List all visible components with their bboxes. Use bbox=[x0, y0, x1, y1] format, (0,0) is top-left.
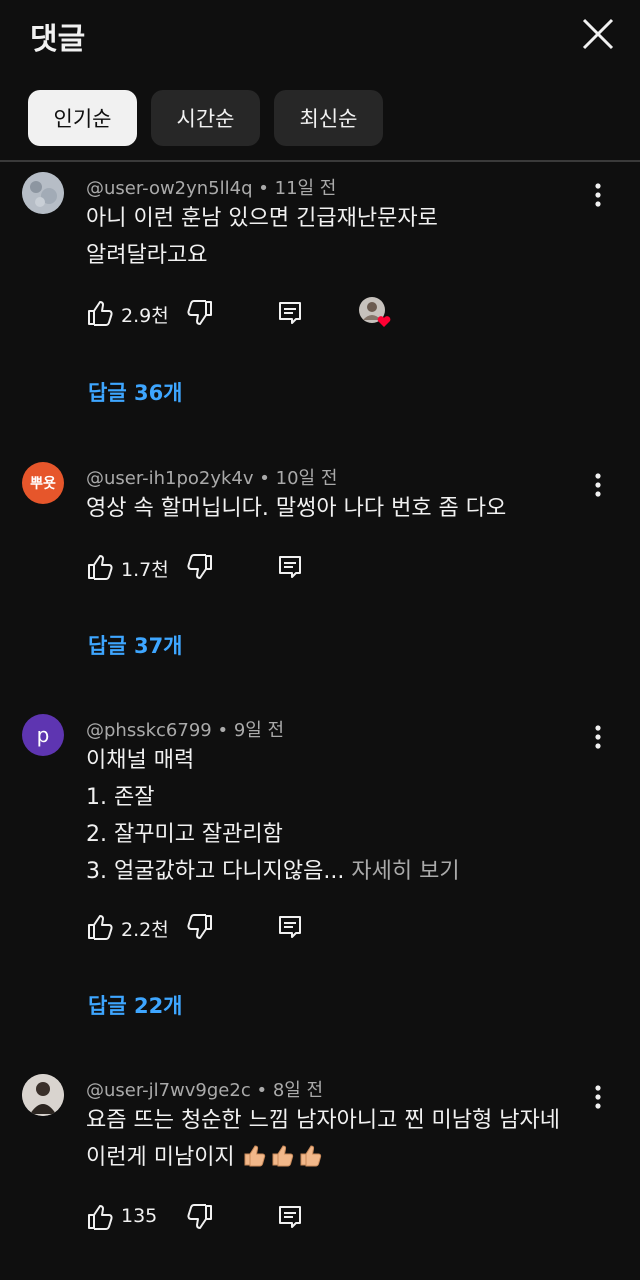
avatar[interactable]: 뿌욧 bbox=[22, 462, 64, 504]
like-count: 1.7천 bbox=[121, 559, 169, 581]
comment-line: 알려달라고요 bbox=[86, 243, 208, 268]
comment-line-last: 3. 얼굴값하고 다니지않음... 자세히 보기 bbox=[86, 853, 460, 890]
comment-text: 이채널 매력 1. 존잘 2. 잘꾸미고 잘관리함 3. 얼굴값하고 다니지않음… bbox=[86, 742, 460, 890]
comment-actions: 2.2천 bbox=[86, 912, 486, 944]
comment-text: 요즘 뜨는 청순한 느낌 남자아니고 찐 미남형 남자네 이런게 미남이지 bbox=[86, 1102, 560, 1176]
thumbs-down-icon[interactable] bbox=[186, 298, 214, 328]
replies-link[interactable]: 답글 22개 bbox=[88, 990, 183, 1020]
reply-icon[interactable] bbox=[276, 298, 304, 328]
comment-time: 8일 전 bbox=[272, 1080, 324, 1101]
author-name[interactable]: @user-jl7wv9ge2c bbox=[86, 1080, 251, 1101]
thumbs-down-icon[interactable] bbox=[186, 1202, 214, 1232]
like-count: 2.2천 bbox=[121, 919, 169, 941]
comment-actions: 135 bbox=[86, 1202, 486, 1234]
comment-line: 이채널 매력 bbox=[86, 748, 195, 773]
more-options-icon[interactable] bbox=[586, 722, 610, 752]
creator-heart-icon bbox=[359, 297, 391, 327]
comment-actions: 1.7천 bbox=[86, 552, 486, 584]
thumbs-down-icon[interactable] bbox=[186, 552, 214, 582]
like-count: 2.9천 bbox=[121, 305, 169, 327]
comment-line: 영상 속 할머닙니다. 말썽아 나다 번호 좀 다오 bbox=[86, 496, 507, 521]
close-icon[interactable] bbox=[578, 14, 618, 54]
thumbs-up-icon[interactable] bbox=[86, 298, 114, 328]
thumbs-down-icon[interactable] bbox=[186, 912, 214, 942]
replies-link[interactable]: 답글 37개 bbox=[88, 630, 183, 660]
author-name[interactable]: @phsskc6799 bbox=[86, 720, 212, 741]
comment-text: 영상 속 할머닙니다. 말썽아 나다 번호 좀 다오 bbox=[86, 490, 506, 527]
chip-newest[interactable]: 최신순 bbox=[274, 90, 383, 146]
comment-meta: @phsskc6799 • 9일 전 bbox=[86, 716, 284, 742]
comment-text: 아니 이런 훈남 있으면 긴급재난문자로 알려달라고요 bbox=[86, 200, 438, 274]
comment-line-last: 이런게 미남이지 bbox=[86, 1139, 560, 1176]
like-count: 135 bbox=[121, 1205, 158, 1227]
comment-actions: 2.9천 bbox=[86, 297, 486, 330]
meta-separator: • bbox=[259, 468, 270, 489]
replies-link[interactable]: 답글 36개 bbox=[88, 377, 183, 407]
comment-line: 아니 이런 훈남 있으면 긴급재난문자로 bbox=[86, 206, 438, 231]
thumbs-up-icon[interactable] bbox=[86, 1202, 114, 1232]
author-name[interactable]: @user-ih1po2yk4v bbox=[86, 468, 254, 489]
meta-separator: • bbox=[217, 720, 229, 741]
chip-popular[interactable]: 인기순 bbox=[28, 90, 137, 146]
avatar[interactable]: p bbox=[22, 714, 64, 756]
comment-meta: @user-ow2yn5ll4q • 11일 전 bbox=[86, 174, 336, 200]
reply-icon[interactable] bbox=[276, 1202, 304, 1232]
meta-separator: • bbox=[258, 178, 269, 199]
comment-line: 요즘 뜨는 청순한 느낌 남자아니고 찐 미남형 남자네 bbox=[86, 1108, 560, 1133]
comment-line: 이런게 미남이지 bbox=[86, 1145, 235, 1170]
more-options-icon[interactable] bbox=[586, 180, 610, 210]
avatar-text: 뿌욧 bbox=[30, 476, 56, 492]
meta-separator: • bbox=[256, 1080, 268, 1101]
avatar[interactable] bbox=[22, 1074, 64, 1116]
comment-meta: @user-ih1po2yk4v • 10일 전 bbox=[86, 464, 337, 490]
comment-line: 2. 잘꾸미고 잘관리함 bbox=[86, 822, 283, 847]
thumbs-up-icon[interactable] bbox=[86, 912, 114, 942]
header-divider bbox=[0, 160, 640, 162]
more-options-icon[interactable] bbox=[586, 1082, 610, 1112]
comments-header: 댓글 bbox=[0, 0, 640, 75]
avatar-text: p bbox=[36, 723, 50, 747]
comment-line: 3. 얼굴값하고 다니지않음... bbox=[86, 859, 345, 884]
comment-meta: @user-jl7wv9ge2c • 8일 전 bbox=[86, 1076, 323, 1102]
chip-time[interactable]: 시간순 bbox=[151, 90, 260, 146]
reply-icon[interactable] bbox=[276, 552, 304, 582]
avatar[interactable] bbox=[22, 172, 64, 214]
more-options-icon[interactable] bbox=[586, 470, 610, 500]
comment-time: 9일 전 bbox=[233, 720, 285, 741]
thumbs-up-emoji-icon bbox=[244, 1145, 321, 1167]
comment-time: 10일 전 bbox=[275, 468, 338, 489]
author-name[interactable]: @user-ow2yn5ll4q bbox=[86, 178, 253, 199]
reply-icon[interactable] bbox=[276, 912, 304, 942]
comment-line: 1. 존잘 bbox=[86, 785, 155, 810]
comment-time: 11일 전 bbox=[274, 178, 337, 199]
panel-title: 댓글 bbox=[30, 22, 86, 57]
thumbs-up-icon[interactable] bbox=[86, 552, 114, 582]
read-more-link[interactable]: 자세히 보기 bbox=[351, 859, 459, 884]
